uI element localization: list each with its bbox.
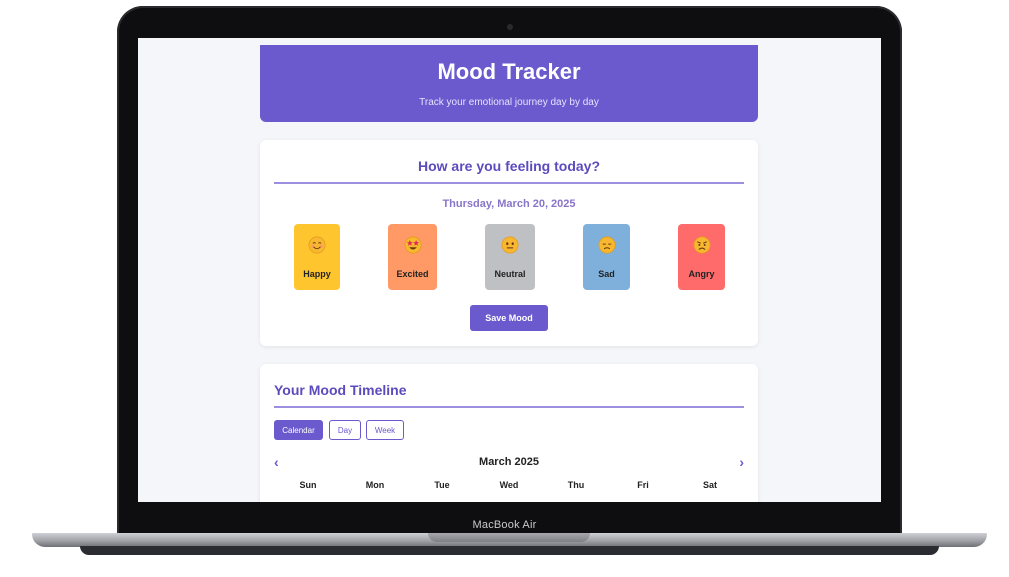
- sad-face-icon: [598, 236, 615, 254]
- weekday-header: Thu: [567, 480, 585, 490]
- mood-label: Sad: [598, 269, 615, 279]
- divider: [274, 406, 744, 408]
- weekday-header: Sat: [702, 480, 717, 490]
- mood-timeline-card: Your Mood Timeline Calendar Day Week Mar…: [260, 364, 758, 502]
- app-subtitle: Track your emotional journey day by day: [419, 97, 599, 108]
- mood-option-happy[interactable]: Happy: [294, 224, 340, 290]
- mood-label: Angry: [688, 269, 715, 279]
- mood-entry-card: How are you feeling today? Thursday, Mar…: [260, 140, 758, 346]
- chevron-right-icon[interactable]: ›: [739, 454, 744, 470]
- laptop-notch: [428, 533, 590, 542]
- tab-calendar[interactable]: Calendar: [274, 420, 323, 440]
- mood-question: How are you feeling today?: [417, 158, 601, 174]
- device-label: MacBook Air: [472, 519, 537, 531]
- app-header: Mood Tracker Track your emotional journe…: [260, 45, 758, 122]
- weekday-header: Sun: [299, 480, 317, 490]
- divider: [274, 182, 744, 184]
- screen: Mood Tracker Track your emotional journe…: [138, 38, 881, 502]
- mood-label: Neutral: [494, 269, 526, 279]
- save-mood-button[interactable]: Save Mood: [470, 305, 548, 331]
- timeline-title: Your Mood Timeline: [274, 382, 407, 398]
- weekday-header: Mon: [365, 480, 385, 490]
- laptop-base-foot: [80, 546, 939, 555]
- month-navigation: March 2025 ‹ ›: [274, 454, 744, 470]
- chevron-left-icon[interactable]: ‹: [274, 454, 279, 470]
- weekday-header: Fri: [637, 480, 649, 490]
- mood-label: Excited: [396, 269, 429, 279]
- weekday-header: Wed: [499, 480, 519, 490]
- star-struck-face-icon: [404, 236, 421, 254]
- mood-option-excited[interactable]: Excited: [388, 224, 437, 290]
- smiling-face-icon: [308, 236, 326, 254]
- mood-option-neutral[interactable]: Neutral: [485, 224, 535, 290]
- current-date: Thursday, March 20, 2025: [442, 198, 576, 210]
- weekday-header: Tue: [434, 480, 450, 490]
- tab-week[interactable]: Week: [366, 420, 404, 440]
- neutral-face-icon: [501, 236, 519, 254]
- mood-label: Happy: [303, 269, 331, 279]
- mood-option-sad[interactable]: Sad: [583, 224, 630, 290]
- current-month: March 2025: [479, 456, 539, 468]
- angry-face-icon: [693, 236, 710, 254]
- app-title: Mood Tracker: [437, 59, 581, 84]
- tab-day[interactable]: Day: [329, 420, 361, 440]
- mood-option-angry[interactable]: Angry: [678, 224, 725, 290]
- camera-icon: [507, 24, 513, 30]
